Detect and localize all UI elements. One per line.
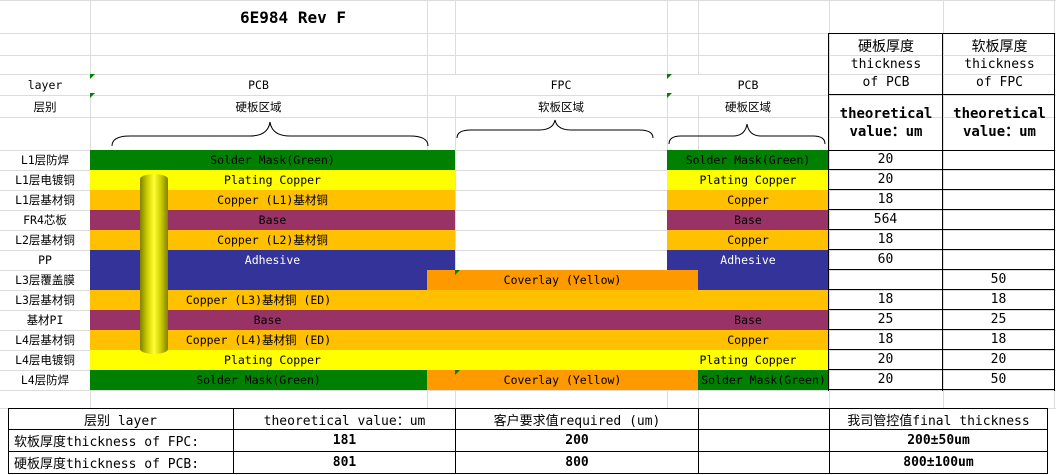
summary-table: 层别 layer theoretical value：um 客户要求值requi…: [8, 408, 1056, 475]
fpc-header: FPC: [455, 75, 667, 95]
fpc-thickness-cell: 20: [943, 350, 1054, 370]
summary-pcb-final: 800±100um: [903, 455, 974, 470]
theoretical-value-header-fpc: theoretical value：um: [953, 106, 1046, 140]
brace-pcb-right: [668, 123, 826, 145]
pcb-thickness-cell: 20: [829, 350, 942, 370]
brace-fpc: [456, 119, 654, 139]
layer-header-cn: 层别: [33, 100, 57, 114]
pcb-left-header: PCB: [90, 75, 427, 95]
fpc-thickness-cell: [943, 190, 1054, 210]
pcb-right-header: PCB: [667, 75, 829, 95]
fpc-thickness-cell: [943, 150, 1054, 170]
fpc-thickness-cell: 50: [943, 370, 1054, 390]
pcb-thickness-cell: 18: [829, 190, 942, 210]
summary-header-blank: [699, 409, 829, 429]
pcb-thickness-cell: 60: [829, 250, 942, 270]
pcb-thickness-cell: 20: [829, 370, 942, 390]
via-cylinder: [140, 174, 168, 354]
row-name: L4层防焊: [20, 373, 70, 387]
pcb-thickness-cell: 564: [829, 210, 942, 230]
row-name: L4层电镀铜: [15, 353, 75, 367]
pcb-thickness-cell: 18: [829, 230, 942, 250]
hard-thickness-header: 硬板厚度 thickness of PCB: [850, 39, 922, 90]
row-name: L4层基材铜: [15, 333, 75, 347]
fpc-thickness-cell: 50: [943, 270, 1054, 290]
row-name: FR4芯板: [23, 213, 67, 227]
fpc-thickness-cell: [943, 210, 1054, 230]
summary-header-required: 客户要求值required (um): [493, 413, 661, 429]
pcb-thickness-cell: 18: [829, 290, 942, 310]
layer-solder-mask-bottom-left: Solder Mask(Green): [90, 370, 427, 390]
fpc-thickness-cell: [943, 230, 1054, 250]
row-name: L3层基材铜: [15, 293, 75, 307]
summary-fpc-final: 200±50um: [907, 433, 970, 448]
row-name: 基材PI: [26, 313, 64, 327]
layer-plating-right: Plating Copper: [667, 170, 829, 190]
summary-pcb-theo: 801: [332, 455, 357, 470]
summary-fpc-theo: 181: [332, 433, 357, 448]
row-name: L2层基材铜: [15, 233, 75, 247]
pcb-thickness-cell: 20: [829, 170, 942, 190]
pcb-thickness-cell: 25: [829, 310, 942, 330]
row-name: PP: [38, 253, 52, 267]
layer-adhesive-left-edge: [427, 250, 455, 270]
layer-copper-l1-right: Copper: [667, 190, 829, 210]
summary-pcb-label: 硬板厚度thickness of PCB:: [14, 457, 200, 472]
summary-header-final: 我司管控值final thickness: [847, 413, 1030, 429]
pcb-right-header-cn: 硬板区域: [725, 100, 771, 114]
pcb-thickness-cell: [829, 270, 942, 290]
fpc-header-cn: 软板区域: [538, 100, 584, 114]
summary-header-theoretical: theoretical value：um: [263, 413, 426, 429]
fpc-thickness-cell: [943, 250, 1054, 270]
layer-solder-mask-right: Solder Mask(Green): [667, 150, 829, 170]
fpc-thickness-cell: [943, 170, 1054, 190]
layer-copper-l2-right: Copper: [667, 230, 829, 250]
summary-header-layer: 层别 layer: [84, 413, 157, 429]
row-name: L1层电镀铜: [15, 173, 75, 187]
fpc-thickness-cell: 18: [943, 290, 1054, 310]
page-title: 6E984 Rev F: [240, 7, 346, 27]
layer-solder-mask-bottom-right: Solder Mask(Green): [698, 370, 829, 390]
theoretical-value-header-pcb: theoretical value：um: [839, 106, 933, 140]
brace-pcb-left: [111, 121, 429, 147]
row-name: L1层基材铜: [15, 193, 75, 207]
summary-fpc-required: 200: [565, 433, 589, 448]
fpc-thickness-cell: 18: [943, 330, 1054, 350]
row-name: L3层覆盖膜: [15, 273, 75, 287]
pcb-thickness-cell: 20: [829, 150, 942, 170]
layer-base-fr4-right: Base: [667, 210, 829, 230]
summary-fpc-label: 软板厚度thickness of FPC:: [14, 435, 200, 450]
soft-thickness-header: 软板厚度 thickness of FPC: [964, 39, 1035, 90]
layer-solder-mask-left: Solder Mask(Green): [90, 150, 455, 170]
fpc-thickness-cell: 25: [943, 310, 1054, 330]
layer-header-en: layer: [27, 78, 63, 92]
layer-coverlay-top: Coverlay (Yellow): [427, 270, 698, 290]
pcb-left-header-cn: 硬板区域: [235, 100, 282, 114]
layer-coverlay-bottom: Coverlay (Yellow): [427, 370, 698, 390]
row-name: L1层防焊: [20, 153, 70, 167]
summary-pcb-required: 800: [565, 455, 589, 470]
pcb-thickness-cell: 18: [829, 330, 942, 350]
